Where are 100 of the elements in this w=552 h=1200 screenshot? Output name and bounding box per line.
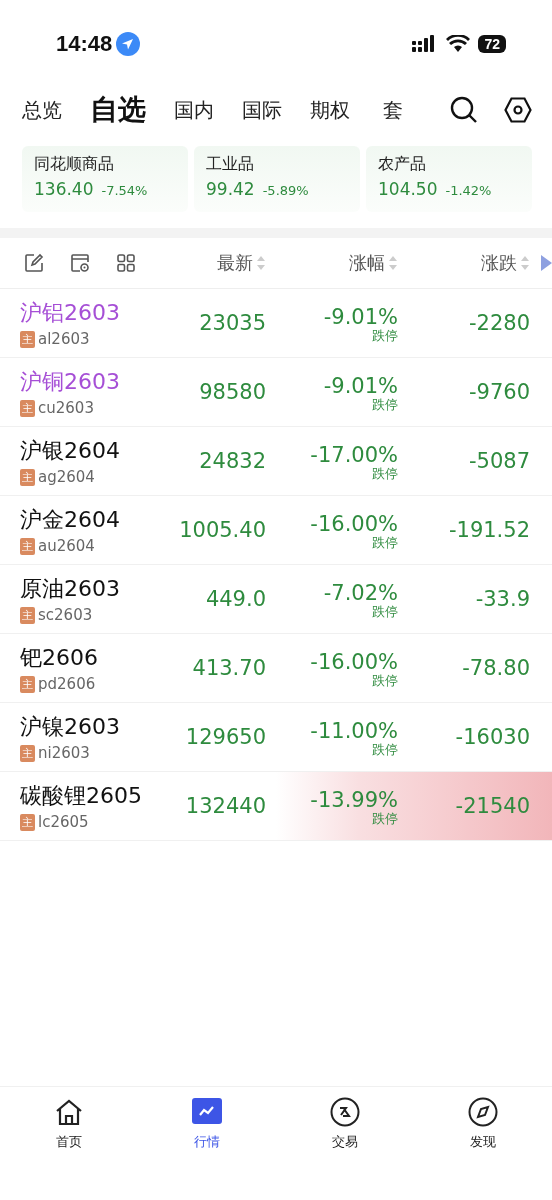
exchange-icon: [329, 1097, 361, 1127]
contract-code: ag2604: [38, 468, 95, 486]
status-time: 14:48: [56, 31, 113, 57]
limit-down-label: 跌停: [372, 328, 398, 342]
nav-tab[interactable]: 发现: [414, 1097, 552, 1151]
change-percent: -9.01%: [323, 373, 398, 398]
highlighted-row[interactable]: 碳酸锂2605 主 lc2605 132440 -13.99% 跌停 -21540: [0, 772, 552, 841]
quote-row[interactable]: 原油2603 主 sc2603 449.0 -7.02% 跌停 -33.9: [0, 565, 552, 634]
price-change: -21540: [454, 794, 530, 818]
contract-code: au2604: [38, 537, 95, 555]
price-change: -78.80: [461, 656, 530, 680]
contract-code: sc2603: [38, 606, 93, 624]
nav-tab[interactable]: 行情: [138, 1097, 276, 1151]
nav-tab[interactable]: 交易: [276, 1097, 414, 1151]
index-value: 136.40: [34, 179, 94, 199]
latest-price: 129650: [184, 725, 266, 749]
contract-code: cu2603: [38, 399, 94, 417]
quote-row[interactable]: 沪银2604 主 ag2604 24832 -17.00% 跌停 -5087: [0, 427, 552, 496]
latest-price: 23035: [198, 311, 266, 335]
main-contract-badge: 主: [20, 330, 35, 348]
contract-name: 沪铝2603: [20, 299, 121, 327]
index-card[interactable]: 同花顺商品 136.40 -7.54%: [22, 146, 188, 212]
latest-price: 132440: [184, 794, 266, 818]
compass-icon: [467, 1097, 499, 1127]
price-change: -2280: [467, 311, 530, 335]
limit-down-label: 跌停: [372, 466, 398, 480]
card-settings-icon[interactable]: [70, 253, 90, 273]
settings-icon[interactable]: [504, 97, 532, 123]
change-percent: -17.00%: [310, 442, 398, 467]
latest-price: 98580: [198, 380, 266, 404]
quote-row[interactable]: 沪铝2603 主 al2603 23035 -9.01% 跌停 -2280: [0, 289, 552, 358]
contract-code: pd2606: [38, 675, 96, 693]
limit-down-label: 跌停: [372, 535, 398, 549]
latest-price: 24832: [198, 449, 266, 473]
grid-icon[interactable]: [116, 253, 136, 273]
location-icon: [116, 32, 141, 56]
contract-code: ni2603: [38, 744, 90, 762]
category-tab[interactable]: 期权: [310, 96, 350, 124]
change-percent: -11.00%: [310, 718, 398, 743]
category-tab[interactable]: 国内: [174, 96, 214, 124]
column-header[interactable]: 最新: [217, 251, 253, 275]
index-value: 104.50: [378, 179, 438, 199]
limit-down-label: 跌停: [372, 604, 398, 618]
change-percent: -13.99%: [310, 787, 398, 812]
index-card[interactable]: 工业品 99.42 -5.89%: [194, 146, 360, 212]
quote-row[interactable]: 沪金2604 主 au2604 1005.40 -16.00% 跌停 -191.52: [0, 496, 552, 565]
main-contract-badge: 主: [20, 675, 35, 693]
change-percent: -7.02%: [323, 580, 398, 605]
limit-down-label: 跌停: [372, 397, 398, 411]
index-value: 99.42: [206, 179, 255, 199]
change-percent: -9.01%: [323, 304, 398, 329]
contract-code: lc2605: [38, 813, 89, 831]
column-header[interactable]: 涨幅: [349, 251, 385, 275]
limit-down-label: 跌停: [372, 811, 398, 825]
sort-icon: [256, 254, 266, 272]
category-tab[interactable]: 国际: [242, 96, 282, 124]
main-contract-badge: 主: [20, 537, 35, 555]
category-tab[interactable]: 总览: [22, 96, 62, 124]
latest-price: 1005.40: [178, 518, 266, 542]
index-card[interactable]: 农产品 104.50 -1.42%: [366, 146, 532, 212]
limit-down-label: 跌停: [372, 673, 398, 687]
price-change: -33.9: [474, 587, 530, 611]
change-percent: -16.00%: [310, 511, 398, 536]
battery-icon: 72: [478, 35, 506, 53]
index-change: -1.42%: [445, 183, 492, 198]
price-change: -16030: [454, 725, 530, 749]
contract-name: 钯2606: [20, 644, 99, 672]
index-name: 工业品: [206, 154, 255, 175]
contract-name: 沪金2604: [20, 506, 121, 534]
contract-name: 原油2603: [20, 575, 121, 603]
quote-row[interactable]: 钯2606 主 pd2606 413.70 -16.00% 跌停 -78.80: [0, 634, 552, 703]
nav-tab[interactable]: 首页: [0, 1097, 138, 1151]
scroll-right-icon[interactable]: [540, 254, 552, 272]
sort-icon: [520, 254, 530, 272]
contract-name: 沪镍2603: [20, 713, 121, 741]
contract-code: al2603: [38, 330, 90, 348]
search-icon[interactable]: [450, 96, 478, 124]
category-tab[interactable]: 套: [378, 96, 408, 124]
change-percent: -16.00%: [310, 649, 398, 674]
quote-row[interactable]: 沪铜2603 主 cu2603 98580 -9.01% 跌停 -9760: [0, 358, 552, 427]
contract-name: 碳酸锂2605: [20, 782, 143, 810]
sort-icon: [388, 254, 398, 272]
chart-icon: [191, 1097, 223, 1127]
index-name: 同花顺商品: [34, 154, 115, 175]
main-contract-badge: 主: [20, 744, 35, 762]
price-change: -9760: [467, 380, 530, 404]
column-header[interactable]: 涨跌: [481, 251, 517, 275]
contract-name: 沪铜2603: [20, 368, 121, 396]
category-tab[interactable]: 自选: [90, 91, 146, 129]
price-change: -5087: [467, 449, 530, 473]
limit-down-label: 跌停: [372, 742, 398, 756]
wifi-icon: [446, 35, 471, 53]
edit-icon[interactable]: [24, 253, 44, 273]
latest-price: 449.0: [204, 587, 266, 611]
contract-name: 沪银2604: [20, 437, 121, 465]
index-change: -7.54%: [101, 183, 148, 198]
main-contract-badge: 主: [20, 606, 35, 624]
index-name: 农产品: [378, 154, 427, 175]
main-contract-badge: 主: [20, 399, 35, 417]
price-change: -191.52: [447, 518, 530, 542]
